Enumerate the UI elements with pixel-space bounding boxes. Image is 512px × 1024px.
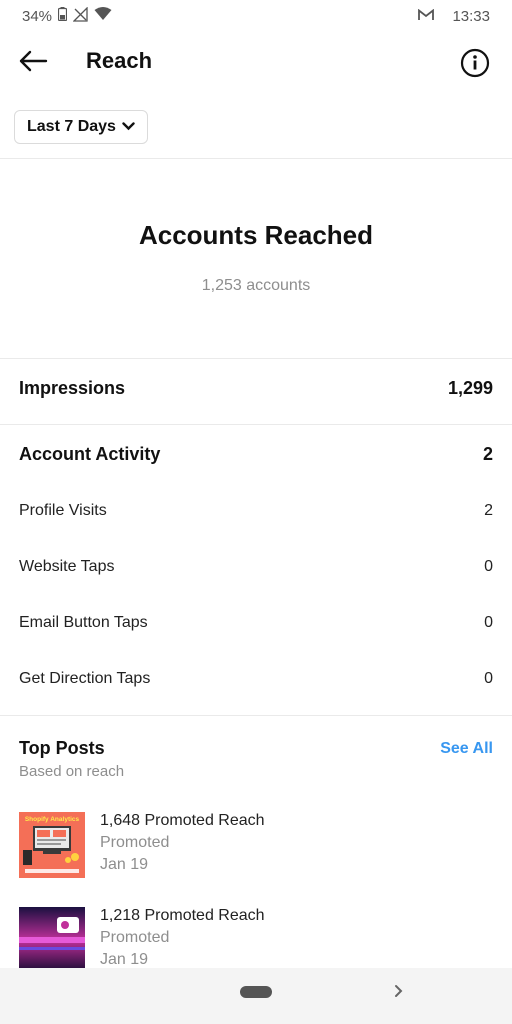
post-reach: 1,218 Promoted Reach xyxy=(100,907,265,924)
impressions-row: Impressions 1,299 xyxy=(19,378,493,399)
chevron-right-icon xyxy=(393,985,405,1004)
system-nav-bar xyxy=(0,968,512,1024)
account-activity-value: 2 xyxy=(482,444,493,464)
post-thumbnail: Shopify Analytics xyxy=(19,812,85,878)
profile-visits-label: Profile Visits xyxy=(19,502,107,519)
profile-visits-value: 2 xyxy=(484,502,493,519)
page-title: Reach xyxy=(86,48,153,73)
info-button[interactable] xyxy=(460,48,490,78)
post-date: Jan 19 xyxy=(100,856,149,873)
profile-visits-row: Profile Visits 2 xyxy=(19,502,493,520)
website-taps-label: Website Taps xyxy=(19,558,115,575)
divider xyxy=(0,715,512,716)
post-promoted-label: Promoted xyxy=(100,834,170,851)
get-direction-taps-label: Get Direction Taps xyxy=(19,670,151,687)
account-activity-row: Account Activity 2 xyxy=(19,444,493,465)
accounts-reached-count: 1,253 accounts xyxy=(201,277,311,294)
email-button-taps-value: 0 xyxy=(484,614,493,631)
website-taps-row: Website Taps 0 xyxy=(19,558,493,576)
post-reach: 1,648 Promoted Reach xyxy=(100,812,265,829)
impressions-value: 1,299 xyxy=(447,378,493,398)
website-taps-value: 0 xyxy=(484,558,493,575)
email-button-taps-row: Email Button Taps 0 xyxy=(19,614,493,632)
top-post-item[interactable]: Shopify Analytics 1,648 Promoted Reach P… xyxy=(19,812,493,882)
see-all-link[interactable]: See All xyxy=(440,740,493,758)
impressions-label: Impressions xyxy=(19,378,126,398)
post-thumbnail xyxy=(19,907,85,968)
home-pill-button[interactable] xyxy=(240,986,272,998)
email-button-taps-label: Email Button Taps xyxy=(19,614,148,631)
thumb-title-text: Shopify Analytics xyxy=(25,816,80,823)
divider xyxy=(0,158,512,159)
forward-nav-button[interactable] xyxy=(393,982,405,1005)
post-promoted-label: Promoted xyxy=(100,929,170,946)
back-button[interactable] xyxy=(16,46,50,80)
get-direction-taps-row: Get Direction Taps 0 xyxy=(19,670,493,688)
top-post-item[interactable]: 1,218 Promoted Reach Promoted Jan 19 xyxy=(19,907,493,968)
get-direction-taps-value: 0 xyxy=(484,670,493,687)
divider xyxy=(0,358,512,359)
date-range-dropdown[interactable]: Last 7 Days xyxy=(14,110,148,144)
top-posts-title: Top Posts xyxy=(19,738,105,758)
divider xyxy=(0,424,512,425)
scroll-content[interactable]: Reach Last 7 Days Accounts Reached 1,253… xyxy=(0,0,512,968)
top-posts-subtitle: Based on reach xyxy=(19,763,125,780)
date-range-label: Last 7 Days xyxy=(27,118,116,135)
chevron-down-icon xyxy=(122,118,135,136)
post-date: Jan 19 xyxy=(100,951,149,968)
account-activity-label: Account Activity xyxy=(19,444,161,464)
accounts-reached-title: Accounts Reached xyxy=(138,220,374,250)
arrow-left-icon xyxy=(18,50,48,77)
info-icon xyxy=(460,48,490,82)
top-bar: Reach xyxy=(0,32,512,92)
